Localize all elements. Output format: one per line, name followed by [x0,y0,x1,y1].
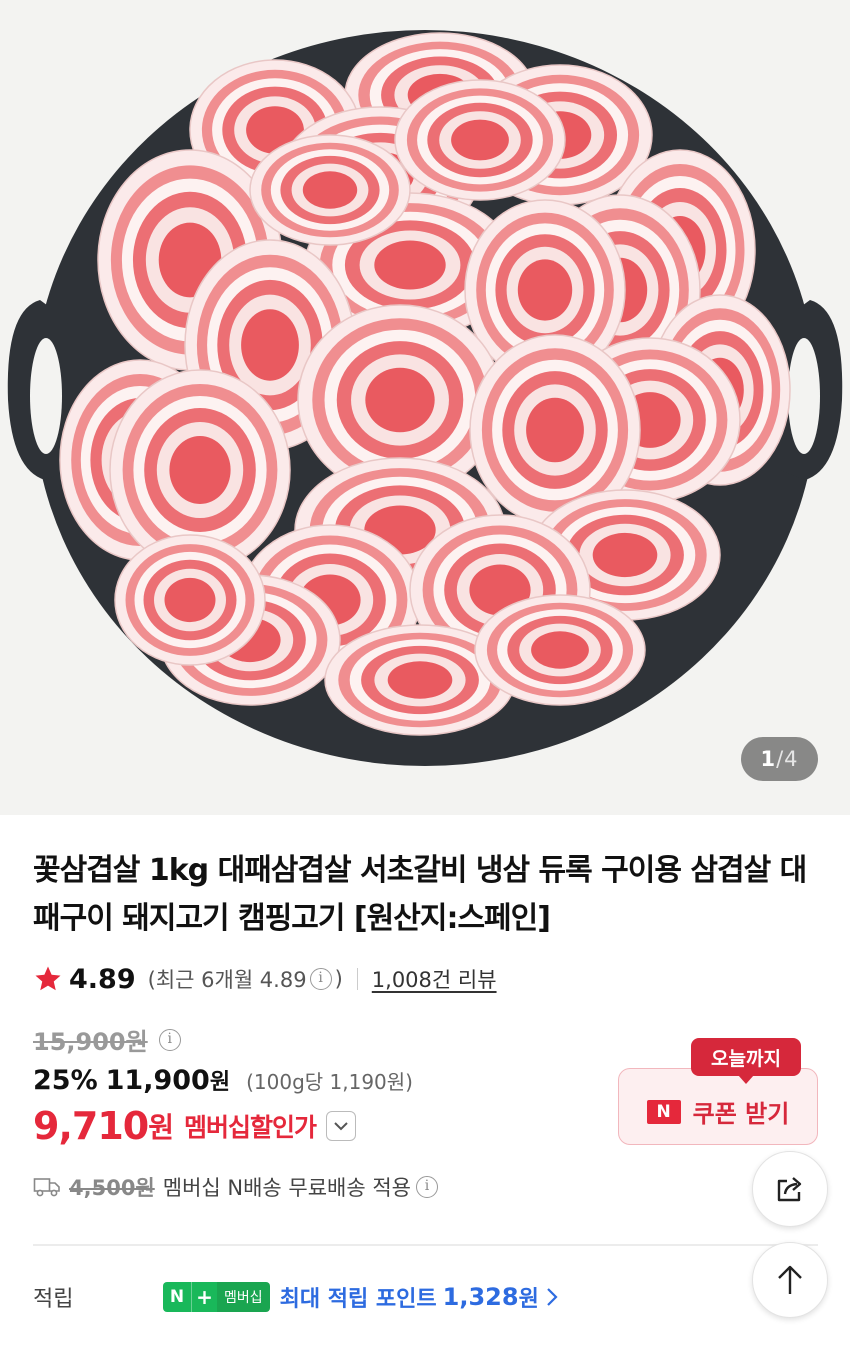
divider [356,968,358,990]
rating-row: 4.89 (최근 6개월 4.89 i ) 1,008건 리뷰 [33,961,497,997]
meat-slice [394,79,566,201]
points-value: 1,328 [442,1283,519,1311]
chevron-right-icon [547,1288,558,1306]
meat-slice [474,594,646,706]
today-only-badge: 오늘까지 [691,1038,801,1084]
info-icon[interactable]: i [416,1176,439,1198]
sale-price: 11,900 [105,1065,210,1096]
discount-rate: 25% [33,1065,98,1096]
member-price-expand-button[interactable] [325,1111,356,1141]
rating-score: 4.89 [69,963,136,995]
pork-belly-illustration [7,30,843,766]
image-counter-total: 4 [784,747,799,771]
naver-plus-membership-badge: N + 멤버십 [163,1282,270,1312]
member-price-row: 9,710 원 멤버십할인가 [33,1104,356,1148]
chevron-down-icon [334,1122,348,1131]
share-icon [777,1177,802,1202]
scroll-top-button[interactable] [752,1242,828,1318]
naver-n-mark: N [163,1282,191,1312]
points-label: 적립 [33,1287,74,1312]
naver-n-icon: N [646,1099,681,1124]
info-icon[interactable]: i [158,1028,181,1051]
image-counter-current: 1 [760,747,777,771]
product-image[interactable]: 1 / 4 [0,0,850,815]
rating-recent-close: ) [334,967,343,991]
points-unit: 원 [518,1287,539,1312]
review-link[interactable]: 1,008건 리뷰 [372,964,497,994]
delivery-row: 4,500원 멤버십 N배송 무료배송 적용 i [33,1172,441,1202]
membership-mark: 멤버십 [217,1282,270,1312]
coupon-label: 쿠폰 받기 [692,1100,790,1128]
info-icon[interactable]: i [309,968,332,990]
sale-price-unit: 원 [209,1070,231,1095]
star-icon [35,966,61,991]
image-counter: 1 / 4 [741,737,818,781]
meat-slice [249,134,411,246]
truck-icon [33,1178,60,1197]
arrow-up-icon [778,1265,802,1294]
delivery-original-fee: 4,500원 [69,1176,155,1200]
member-price: 9,710 [33,1104,149,1148]
coupon-button[interactable]: N 쿠폰 받기 [618,1068,818,1145]
image-counter-separator: / [776,747,785,771]
product-title: 꽃삼겹살 1kg 대패삼겹살 서초갈비 냉삼 듀록 구이용 삼겹살 대패구이 돼… [33,853,807,936]
original-price-row: 15,900원 i [33,1022,184,1057]
points-text: 최대 적립 포인트 [279,1287,437,1312]
delivery-text: 멤버십 N배송 무료배송 적용 [162,1176,412,1200]
points-row[interactable]: 적립 N + 멤버십 최대 적립 포인트 1,328 원 [33,1278,753,1316]
unit-price: (100g당 1,190원) [246,1070,413,1094]
share-button[interactable] [752,1151,828,1227]
meat-slice [114,534,266,666]
member-price-label: 멤버십할인가 [183,1113,317,1142]
plus-mark: + [191,1282,217,1312]
rating-recent: (최근 6개월 4.89 i ) [148,964,343,994]
sale-price-row: 25% 11,900 원 (100g당 1,190원) [33,1064,413,1096]
member-price-unit: 원 [148,1111,174,1144]
section-divider [33,1244,818,1246]
original-price: 15,900원 [33,1028,148,1056]
rating-recent-text: (최근 6개월 4.89 [147,968,307,992]
